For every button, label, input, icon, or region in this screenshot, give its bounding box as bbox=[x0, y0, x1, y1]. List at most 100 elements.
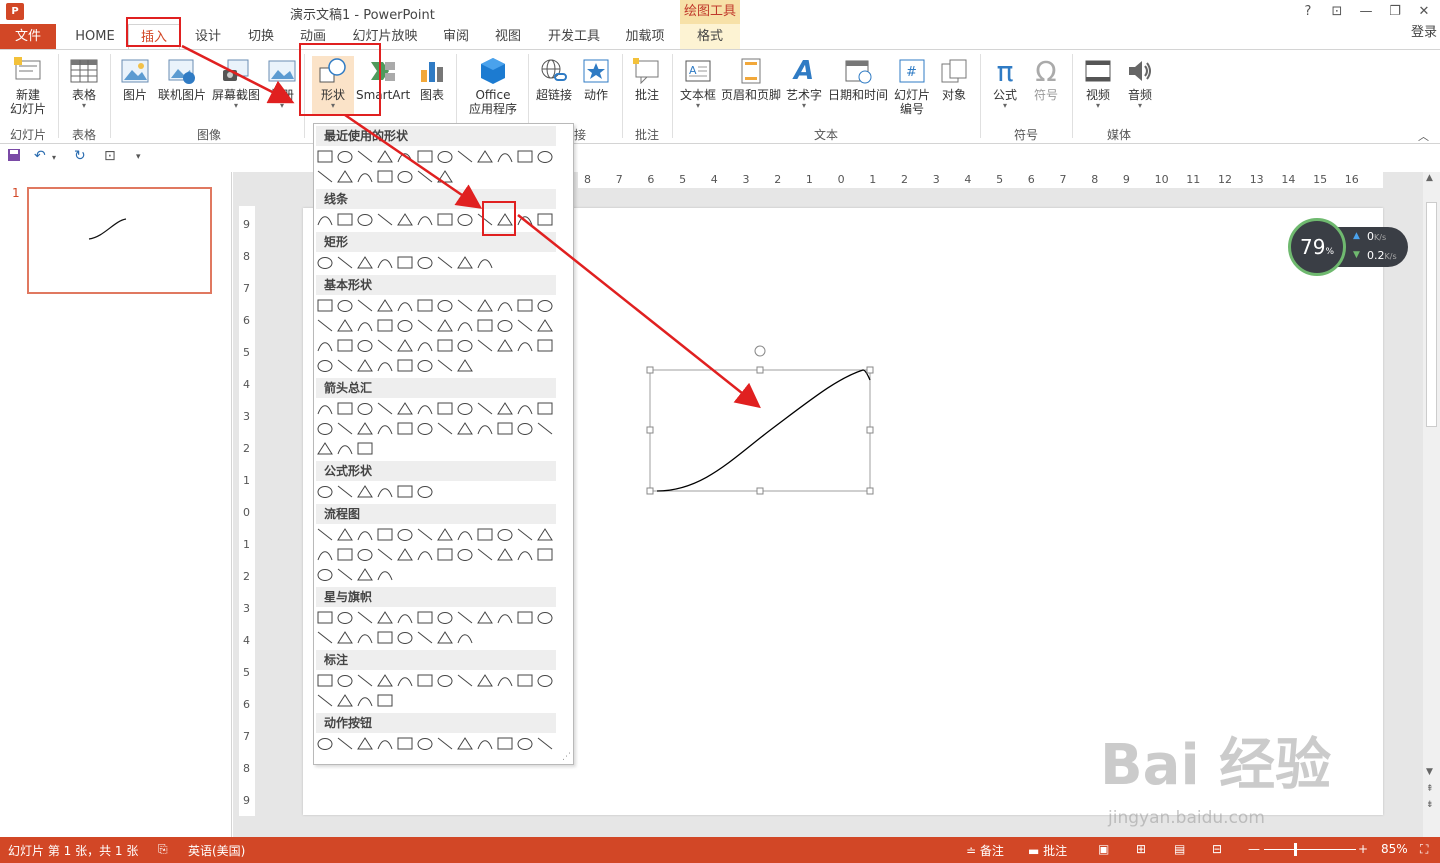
shape-option-icon[interactable] bbox=[357, 674, 373, 687]
tab-view[interactable]: 视图 bbox=[486, 24, 530, 49]
online-picture-button[interactable]: 联机图片 bbox=[156, 56, 208, 102]
shape-option-icon[interactable] bbox=[317, 611, 333, 624]
shape-option-icon[interactable] bbox=[457, 340, 473, 352]
tab-addins[interactable]: 加载项 bbox=[616, 24, 674, 49]
shape-option-icon[interactable] bbox=[317, 216, 333, 226]
shape-option-icon[interactable] bbox=[337, 675, 353, 687]
shape-option-icon[interactable] bbox=[537, 300, 553, 312]
shape-option-icon[interactable] bbox=[337, 485, 353, 498]
shape-option-icon[interactable] bbox=[377, 150, 393, 163]
shape-option-icon[interactable] bbox=[337, 528, 353, 541]
shape-option-icon[interactable] bbox=[537, 319, 553, 332]
shape-option-icon[interactable] bbox=[497, 320, 513, 332]
shape-option-icon[interactable] bbox=[317, 631, 333, 644]
shape-option-icon[interactable] bbox=[397, 529, 413, 541]
shape-option-icon[interactable] bbox=[317, 442, 333, 455]
picture-button[interactable]: 图片 bbox=[116, 56, 154, 102]
shape-option-icon[interactable] bbox=[537, 339, 553, 352]
shape-option-icon[interactable] bbox=[417, 299, 433, 312]
shape-option-icon[interactable] bbox=[417, 631, 433, 644]
shape-option-icon[interactable] bbox=[317, 405, 333, 415]
shape-option-icon[interactable] bbox=[337, 737, 353, 750]
shape-option-icon[interactable] bbox=[417, 257, 433, 269]
slide-sorter-view-icon[interactable]: ⊞ bbox=[1136, 842, 1146, 856]
shape-option-icon[interactable] bbox=[397, 213, 413, 226]
shape-option-icon[interactable] bbox=[377, 362, 393, 372]
shape-option-icon[interactable] bbox=[457, 150, 473, 163]
shape-option-icon[interactable] bbox=[337, 300, 353, 312]
shape-option-icon[interactable] bbox=[317, 257, 333, 269]
chart-button[interactable]: 图表 bbox=[414, 56, 450, 102]
shape-option-icon[interactable] bbox=[357, 403, 373, 415]
action-button[interactable]: 动作 bbox=[578, 56, 614, 102]
shape-option-icon[interactable] bbox=[517, 319, 533, 332]
shape-option-icon[interactable] bbox=[317, 170, 333, 183]
shape-option-icon[interactable] bbox=[377, 571, 393, 581]
proofing-icon[interactable]: ⎘ bbox=[158, 842, 168, 857]
shape-option-icon[interactable] bbox=[537, 737, 553, 750]
shape-option-icon[interactable] bbox=[337, 445, 353, 455]
shape-option-icon[interactable] bbox=[497, 339, 513, 352]
shape-option-icon[interactable] bbox=[377, 170, 393, 183]
shape-option-icon[interactable] bbox=[417, 216, 433, 226]
shape-option-icon[interactable] bbox=[417, 405, 433, 415]
tab-home[interactable]: HOME bbox=[66, 24, 124, 49]
shape-option-icon[interactable] bbox=[517, 674, 533, 687]
shape-option-icon[interactable] bbox=[457, 256, 473, 269]
shape-option-icon[interactable] bbox=[337, 213, 353, 226]
shape-option-icon[interactable] bbox=[517, 528, 533, 541]
shape-option-icon[interactable] bbox=[477, 548, 493, 561]
shape-option-icon[interactable] bbox=[357, 359, 373, 372]
shape-option-icon[interactable] bbox=[517, 611, 533, 624]
shape-option-icon[interactable] bbox=[457, 214, 473, 226]
shape-option-icon[interactable] bbox=[357, 256, 373, 269]
reading-view-icon[interactable]: ▤ bbox=[1174, 842, 1185, 856]
shape-option-icon[interactable] bbox=[437, 422, 453, 435]
shape-option-icon[interactable] bbox=[377, 694, 393, 707]
redo-icon[interactable]: ↻ bbox=[74, 148, 86, 164]
shape-option-icon[interactable] bbox=[337, 319, 353, 332]
shape-option-icon[interactable] bbox=[497, 548, 513, 561]
shape-option-icon[interactable] bbox=[417, 611, 433, 624]
shape-option-icon[interactable] bbox=[437, 675, 453, 687]
shape-option-icon[interactable] bbox=[497, 153, 513, 163]
shape-option-icon[interactable] bbox=[477, 319, 493, 332]
video-button[interactable]: 视频 ▾ bbox=[1078, 56, 1118, 110]
shape-option-icon[interactable] bbox=[357, 531, 373, 541]
symbol-button[interactable]: Ω 符号 bbox=[1026, 55, 1066, 103]
restore-button[interactable]: ❐ bbox=[1383, 2, 1407, 22]
shape-option-icon[interactable] bbox=[337, 631, 353, 644]
shape-option-icon[interactable] bbox=[437, 339, 453, 352]
shape-option-icon[interactable] bbox=[437, 612, 453, 624]
shape-option-icon[interactable] bbox=[377, 548, 393, 561]
help-button[interactable]: ? bbox=[1296, 2, 1320, 22]
shape-option-icon[interactable] bbox=[357, 150, 373, 163]
shape-option-icon[interactable] bbox=[477, 150, 493, 163]
shape-option-icon[interactable] bbox=[337, 359, 353, 372]
shape-option-icon[interactable] bbox=[337, 548, 353, 561]
shape-option-icon[interactable] bbox=[397, 677, 413, 687]
new-slide-button[interactable]: 新建 幻灯片 bbox=[4, 56, 52, 116]
shape-option-icon[interactable] bbox=[477, 339, 493, 352]
language-status[interactable]: 英语(美国) bbox=[188, 842, 245, 859]
tab-review[interactable]: 审阅 bbox=[434, 24, 478, 49]
shape-option-icon[interactable] bbox=[457, 422, 473, 435]
shape-option-icon[interactable] bbox=[357, 697, 373, 707]
shape-option-icon[interactable] bbox=[397, 737, 413, 750]
shape-option-icon[interactable] bbox=[357, 442, 373, 455]
shape-option-icon[interactable] bbox=[477, 259, 493, 269]
shape-option-icon[interactable] bbox=[377, 425, 393, 435]
slide-number-button[interactable]: # 幻灯片 编号 bbox=[892, 56, 932, 116]
shape-option-icon[interactable] bbox=[337, 568, 353, 581]
shape-option-icon[interactable] bbox=[417, 170, 433, 183]
shape-option-icon[interactable] bbox=[437, 528, 453, 541]
shape-option-icon[interactable] bbox=[477, 740, 493, 750]
album-button[interactable]: 相册 ▾ bbox=[264, 56, 300, 110]
shape-option-icon[interactable] bbox=[317, 299, 333, 312]
customize-qat-icon[interactable]: ▾ bbox=[136, 152, 141, 162]
shape-option-icon[interactable] bbox=[517, 405, 533, 415]
shape-option-icon[interactable] bbox=[357, 485, 373, 498]
shape-option-icon[interactable] bbox=[377, 740, 393, 750]
next-slide-icon[interactable]: ⇟ bbox=[1426, 800, 1434, 810]
shape-option-icon[interactable] bbox=[377, 299, 393, 312]
